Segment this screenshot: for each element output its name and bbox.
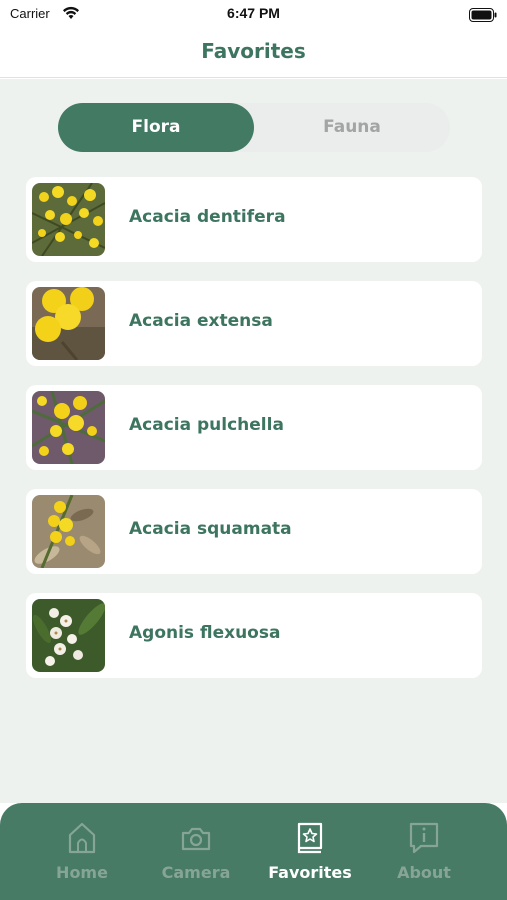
tab-camera[interactable]: Camera	[141, 821, 251, 891]
favorites-book-icon	[295, 821, 325, 855]
page-title: Favorites	[201, 39, 306, 63]
favorite-row-agonis-flexuosa[interactable]: Agonis flexuosa	[26, 593, 482, 678]
navigation-bar: Favorites	[0, 30, 507, 78]
status-time: 6:47 PM	[227, 5, 280, 21]
acacia-squamata-photo	[32, 495, 105, 568]
tab-label: About	[397, 863, 451, 882]
favorite-row-acacia-pulchella[interactable]: Acacia pulchella	[26, 385, 482, 470]
tab-label: Camera	[161, 863, 231, 882]
battery-icon	[469, 7, 497, 26]
tab-home[interactable]: Home	[27, 821, 137, 891]
bottom-tab-bar: Home Camera Favorites About	[0, 803, 507, 900]
favorite-row-acacia-extensa[interactable]: Acacia extensa	[26, 281, 482, 366]
favorite-name: Acacia squamata	[129, 519, 292, 539]
acacia-dentifera-photo	[32, 183, 105, 256]
status-bar: Carrier 6:47 PM	[0, 0, 507, 30]
agonis-flexuosa-photo	[32, 599, 105, 672]
tab-label: Home	[56, 863, 108, 882]
segment-flora[interactable]: Flora	[58, 103, 254, 152]
favorite-name: Acacia dentifera	[129, 207, 286, 227]
tab-label: Favorites	[268, 863, 352, 882]
acacia-extensa-photo	[32, 287, 105, 360]
home-icon	[67, 821, 97, 855]
tab-about[interactable]: About	[369, 821, 479, 891]
info-icon	[409, 821, 439, 855]
flora-fauna-segmented-control: Flora Fauna	[58, 103, 450, 152]
acacia-pulchella-photo	[32, 391, 105, 464]
camera-icon	[181, 821, 211, 855]
favorites-content: Flora Fauna Acacia dentifera Acacia exte…	[0, 79, 507, 803]
favorite-name: Acacia pulchella	[129, 415, 284, 435]
favorite-name: Agonis flexuosa	[129, 623, 281, 643]
segment-fauna[interactable]: Fauna	[254, 103, 450, 152]
favorite-name: Acacia extensa	[129, 311, 273, 331]
favorite-row-acacia-squamata[interactable]: Acacia squamata	[26, 489, 482, 574]
tab-favorites[interactable]: Favorites	[255, 821, 365, 891]
favorite-row-acacia-dentifera[interactable]: Acacia dentifera	[26, 177, 482, 262]
